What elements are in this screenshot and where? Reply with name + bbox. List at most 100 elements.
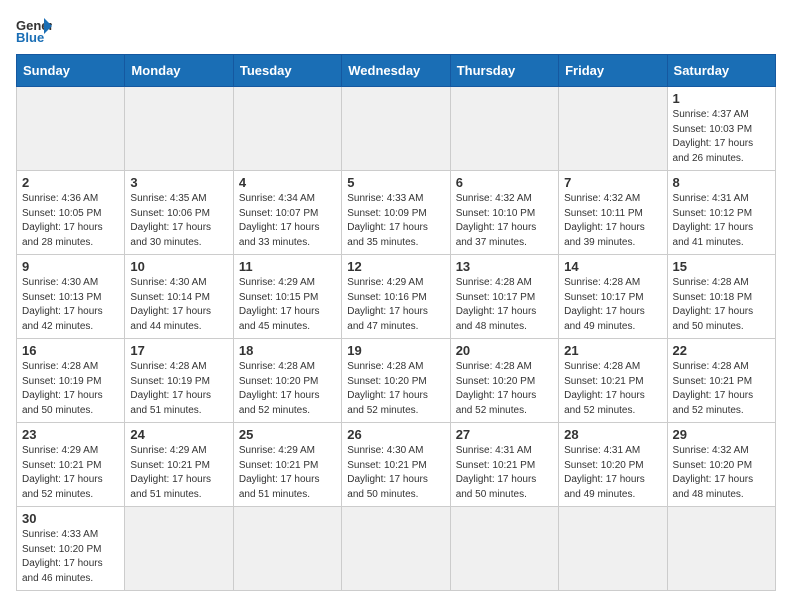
day-info: Sunrise: 4:29 AM Sunset: 10:21 PM Daylig… — [239, 444, 336, 502]
generalblue-logo-icon: General Blue — [16, 16, 52, 44]
calendar-cell: 2 Sunrise: 4:36 AM Sunset: 10:05 PM Dayli… — [17, 171, 125, 255]
weekday-header-row: SundayMondayTuesdayWednesdayThursdayFrid… — [17, 55, 776, 87]
day-number: 28 — [564, 427, 661, 442]
day-number: 17 — [130, 343, 227, 358]
day-number: 8 — [673, 175, 770, 190]
weekday-header-sunday: Sunday — [17, 55, 125, 87]
day-info: Sunrise: 4:34 AM Sunset: 10:07 PM Daylig… — [239, 192, 336, 250]
calendar-table: SundayMondayTuesdayWednesdayThursdayFrid… — [16, 54, 776, 591]
day-info: Sunrise: 4:31 AM Sunset: 10:21 PM Daylig… — [456, 444, 553, 502]
day-number: 25 — [239, 427, 336, 442]
calendar-cell: 27 Sunrise: 4:31 AM Sunset: 10:21 PM Dayl… — [450, 423, 558, 507]
week-row-5: 23Sunrise: 4:29 AM Sunset: 10:21 PM Dayl… — [17, 423, 776, 507]
weekday-header-monday: Monday — [125, 55, 233, 87]
day-info: Sunrise: 4:36 AM Sunset: 10:05 PM Daylig… — [22, 192, 119, 250]
weekday-header-thursday: Thursday — [450, 55, 558, 87]
calendar-cell: 22 Sunrise: 4:28 AM Sunset: 10:21 PM Dayl… — [667, 339, 775, 423]
weekday-header-saturday: Saturday — [667, 55, 775, 87]
calendar-cell: 25 Sunrise: 4:29 AM Sunset: 10:21 PM Dayl… — [233, 423, 341, 507]
calendar-cell: 14Sunrise: 4:28 AM Sunset: 10:17 PM Dayl… — [559, 255, 667, 339]
day-number: 11 — [239, 259, 336, 274]
calendar-cell: 9Sunrise: 4:30 AM Sunset: 10:13 PM Dayli… — [17, 255, 125, 339]
day-info: Sunrise: 4:29 AM Sunset: 10:16 PM Daylig… — [347, 276, 444, 334]
calendar-cell: 30 Sunrise: 4:33 AM Sunset: 10:20 PM Dayl… — [17, 507, 125, 591]
calendar-cell: 29 Sunrise: 4:32 AM Sunset: 10:20 PM Dayl… — [667, 423, 775, 507]
calendar-cell: 5 Sunrise: 4:33 AM Sunset: 10:09 PM Dayli… — [342, 171, 450, 255]
day-number: 20 — [456, 343, 553, 358]
header: General Blue — [16, 16, 776, 44]
calendar-cell: 4 Sunrise: 4:34 AM Sunset: 10:07 PM Dayli… — [233, 171, 341, 255]
day-info: Sunrise: 4:31 AM Sunset: 10:12 PM Daylig… — [673, 192, 770, 250]
day-number: 2 — [22, 175, 119, 190]
week-row-3: 9Sunrise: 4:30 AM Sunset: 10:13 PM Dayli… — [17, 255, 776, 339]
calendar-cell: 17Sunrise: 4:28 AM Sunset: 10:19 PM Dayl… — [125, 339, 233, 423]
day-number: 10 — [130, 259, 227, 274]
weekday-header-wednesday: Wednesday — [342, 55, 450, 87]
day-number: 6 — [456, 175, 553, 190]
calendar-cell — [17, 87, 125, 171]
day-info: Sunrise: 4:28 AM Sunset: 10:18 PM Daylig… — [673, 276, 770, 334]
day-info: Sunrise: 4:28 AM Sunset: 10:20 PM Daylig… — [456, 360, 553, 418]
day-number: 19 — [347, 343, 444, 358]
calendar-cell — [342, 87, 450, 171]
calendar-cell: 11Sunrise: 4:29 AM Sunset: 10:15 PM Dayl… — [233, 255, 341, 339]
weekday-header-tuesday: Tuesday — [233, 55, 341, 87]
day-info: Sunrise: 4:28 AM Sunset: 10:19 PM Daylig… — [22, 360, 119, 418]
calendar-cell: 8 Sunrise: 4:31 AM Sunset: 10:12 PM Dayli… — [667, 171, 775, 255]
day-info: Sunrise: 4:32 AM Sunset: 10:11 PM Daylig… — [564, 192, 661, 250]
calendar-cell: 21 Sunrise: 4:28 AM Sunset: 10:21 PM Dayl… — [559, 339, 667, 423]
calendar-cell: 6 Sunrise: 4:32 AM Sunset: 10:10 PM Dayli… — [450, 171, 558, 255]
calendar-cell — [125, 87, 233, 171]
calendar-cell — [559, 507, 667, 591]
day-info: Sunrise: 4:28 AM Sunset: 10:20 PM Daylig… — [239, 360, 336, 418]
calendar-cell — [233, 87, 341, 171]
day-number: 3 — [130, 175, 227, 190]
week-row-4: 16Sunrise: 4:28 AM Sunset: 10:19 PM Dayl… — [17, 339, 776, 423]
calendar-cell: 20 Sunrise: 4:28 AM Sunset: 10:20 PM Dayl… — [450, 339, 558, 423]
calendar-cell: 15 Sunrise: 4:28 AM Sunset: 10:18 PM Dayl… — [667, 255, 775, 339]
calendar-cell — [667, 507, 775, 591]
day-info: Sunrise: 4:28 AM Sunset: 10:20 PM Daylig… — [347, 360, 444, 418]
day-number: 29 — [673, 427, 770, 442]
day-info: Sunrise: 4:30 AM Sunset: 10:13 PM Daylig… — [22, 276, 119, 334]
calendar-cell — [125, 507, 233, 591]
day-number: 24 — [130, 427, 227, 442]
day-info: Sunrise: 4:28 AM Sunset: 10:21 PM Daylig… — [673, 360, 770, 418]
day-number: 27 — [456, 427, 553, 442]
logo: General Blue — [16, 16, 52, 44]
calendar-cell: 7 Sunrise: 4:32 AM Sunset: 10:11 PM Dayli… — [559, 171, 667, 255]
day-number: 15 — [673, 259, 770, 274]
calendar-cell: 28 Sunrise: 4:31 AM Sunset: 10:20 PM Dayl… — [559, 423, 667, 507]
day-number: 21 — [564, 343, 661, 358]
day-number: 4 — [239, 175, 336, 190]
day-number: 26 — [347, 427, 444, 442]
day-info: Sunrise: 4:28 AM Sunset: 10:21 PM Daylig… — [564, 360, 661, 418]
day-info: Sunrise: 4:29 AM Sunset: 10:21 PM Daylig… — [22, 444, 119, 502]
weekday-header-friday: Friday — [559, 55, 667, 87]
day-number: 5 — [347, 175, 444, 190]
calendar-cell — [342, 507, 450, 591]
day-info: Sunrise: 4:33 AM Sunset: 10:20 PM Daylig… — [22, 528, 119, 586]
day-info: Sunrise: 4:28 AM Sunset: 10:17 PM Daylig… — [456, 276, 553, 334]
calendar-cell: 16Sunrise: 4:28 AM Sunset: 10:19 PM Dayl… — [17, 339, 125, 423]
day-info: Sunrise: 4:31 AM Sunset: 10:20 PM Daylig… — [564, 444, 661, 502]
day-number: 1 — [673, 91, 770, 106]
day-info: Sunrise: 4:32 AM Sunset: 10:10 PM Daylig… — [456, 192, 553, 250]
calendar-cell: 18 Sunrise: 4:28 AM Sunset: 10:20 PM Dayl… — [233, 339, 341, 423]
calendar-cell: 10Sunrise: 4:30 AM Sunset: 10:14 PM Dayl… — [125, 255, 233, 339]
day-number: 14 — [564, 259, 661, 274]
calendar-cell: 3Sunrise: 4:35 AM Sunset: 10:06 PM Dayli… — [125, 171, 233, 255]
day-number: 22 — [673, 343, 770, 358]
day-number: 18 — [239, 343, 336, 358]
day-info: Sunrise: 4:33 AM Sunset: 10:09 PM Daylig… — [347, 192, 444, 250]
calendar-cell: 13 Sunrise: 4:28 AM Sunset: 10:17 PM Dayl… — [450, 255, 558, 339]
calendar-cell: 26Sunrise: 4:30 AM Sunset: 10:21 PM Dayl… — [342, 423, 450, 507]
calendar-cell: 1Sunrise: 4:37 AM Sunset: 10:03 PM Dayli… — [667, 87, 775, 171]
calendar-cell — [450, 87, 558, 171]
day-number: 30 — [22, 511, 119, 526]
day-info: Sunrise: 4:32 AM Sunset: 10:20 PM Daylig… — [673, 444, 770, 502]
day-number: 7 — [564, 175, 661, 190]
day-number: 13 — [456, 259, 553, 274]
calendar-cell: 12Sunrise: 4:29 AM Sunset: 10:16 PM Dayl… — [342, 255, 450, 339]
calendar-cell: 23Sunrise: 4:29 AM Sunset: 10:21 PM Dayl… — [17, 423, 125, 507]
